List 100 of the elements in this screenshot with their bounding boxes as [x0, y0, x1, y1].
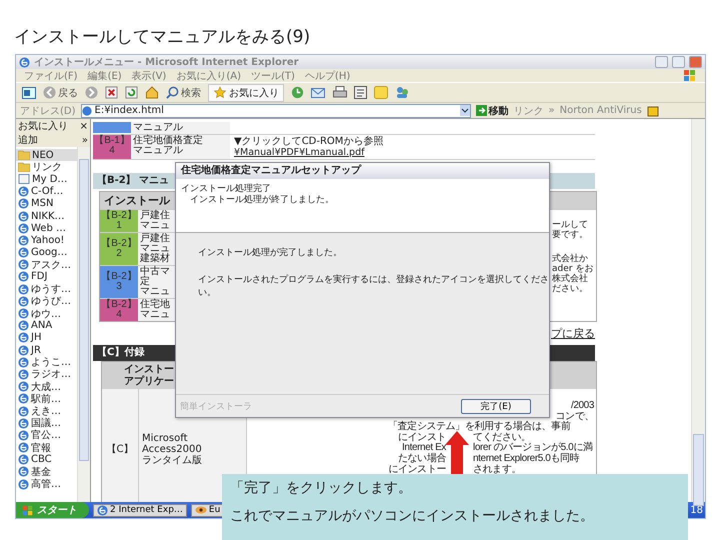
- slide-title: インストールしてマニュアルをみる(9): [13, 26, 312, 49]
- close-button[interactable]: [689, 56, 702, 68]
- menu-item[interactable]: 表示(V): [132, 68, 166, 82]
- note-text: lorer のバージョンが5.0に満: [473, 443, 592, 454]
- menu-item[interactable]: ツール(T): [251, 68, 295, 82]
- maximize-button[interactable]: [672, 56, 685, 68]
- favorite-item[interactable]: Goog…: [16, 246, 77, 259]
- favorites-title: お気に入り: [18, 120, 68, 133]
- people-icon[interactable]: [395, 86, 410, 99]
- favorite-item[interactable]: 官報: [16, 442, 77, 454]
- favorite-item[interactable]: 高管…: [16, 478, 77, 490]
- note-text: てください。: [473, 432, 531, 443]
- go-button[interactable]: 移動: [476, 104, 509, 118]
- note-text: 式会社か ader をお 株式会社 ださい。: [552, 254, 594, 294]
- code-cell: 【B-2】 2: [100, 233, 138, 265]
- favorite-item[interactable]: NEO: [16, 149, 77, 162]
- folder-icon: [18, 150, 30, 160]
- favorite-item[interactable]: Web …: [16, 222, 77, 234]
- taskbar-button[interactable]: 2 Internet Exp…: [93, 504, 187, 516]
- favorite-item[interactable]: C-Of…: [16, 186, 77, 198]
- back-link[interactable]: プに戻る: [551, 326, 595, 341]
- mail-icon[interactable]: [311, 86, 326, 98]
- table-cell: 住宅地価格査定 マニュアル: [131, 135, 230, 159]
- favorite-item[interactable]: アスク…: [16, 258, 77, 271]
- flag-icon: [22, 504, 34, 516]
- address-label: アドレス(D): [20, 104, 76, 118]
- note-text: にインストー: [388, 464, 446, 476]
- menu-item[interactable]: 編集(E): [88, 68, 122, 82]
- note-text: nternet Explorer5.0も同時: [473, 454, 580, 464]
- arrow-icon: [476, 105, 487, 116]
- note-text: たない場合: [396, 454, 446, 464]
- menu-item[interactable]: ヘルプ(H): [304, 68, 350, 82]
- flag-icon: [683, 70, 697, 81]
- menu-item[interactable]: お気に入り(A): [176, 68, 241, 82]
- window-title: インストールメニュー - Microsoft Internet Explorer: [34, 56, 299, 69]
- code-cell: 【B-2】 3: [100, 266, 138, 298]
- globe-icon: [97, 504, 108, 516]
- close-button[interactable]: ×: [80, 120, 88, 132]
- favorite-item[interactable]: ラジオ…: [16, 368, 77, 381]
- favorite-item[interactable]: 基金: [16, 466, 77, 478]
- favorite-item[interactable]: JR: [16, 344, 77, 356]
- finish-button[interactable]: 完了(E): [461, 398, 531, 414]
- stop-icon[interactable]: [105, 86, 118, 99]
- note-text: されます。: [473, 464, 522, 476]
- forward-icon[interactable]: [85, 86, 98, 99]
- callout-text: これでマニュアルがパソコンにインストールされました。: [230, 507, 595, 525]
- refresh-icon[interactable]: [125, 86, 138, 99]
- globe-icon: [19, 56, 30, 68]
- favorite-item[interactable]: Yahoo!: [16, 234, 77, 246]
- note-text: にインスト: [396, 432, 446, 443]
- add-button[interactable]: 追加: [18, 133, 38, 147]
- minimize-button[interactable]: [655, 56, 668, 68]
- table-cell-text: ▼クリックしてCD-ROMから参照 ¥Manual¥PDF¥Lmanual.pdf: [233, 135, 384, 159]
- favorite-item[interactable]: 国議…: [16, 417, 77, 430]
- favorite-item[interactable]: 官公…: [16, 429, 77, 442]
- favorite-item[interactable]: JH: [16, 332, 77, 344]
- note-icon[interactable]: [374, 86, 388, 99]
- favorite-item[interactable]: リンク: [16, 161, 77, 174]
- favorite-item[interactable]: FDJ: [16, 270, 77, 284]
- search-button[interactable]: 検索: [166, 86, 201, 100]
- code-cell: 【B-1】 4: [93, 135, 131, 159]
- menu-item[interactable]: ファイル(F): [24, 68, 78, 82]
- table-cell: 【C】: [102, 389, 139, 502]
- favorite-item[interactable]: 駅前…: [16, 392, 77, 405]
- dialog-title: 住宅地価格査定マニュアルセットアップ: [176, 163, 549, 179]
- dialog-subheading: インストール処理が終了しました。: [189, 195, 335, 206]
- back-button[interactable]: 戻る: [43, 86, 78, 100]
- printer-icon[interactable]: [333, 86, 347, 99]
- favorite-item[interactable]: ゆうび…: [16, 295, 77, 308]
- favorite-item[interactable]: ANA: [16, 320, 77, 332]
- search-icon: [166, 86, 179, 99]
- history-icon[interactable]: [291, 86, 304, 99]
- favorite-item[interactable]: 大成…: [16, 380, 77, 393]
- favorite-item[interactable]: My D…: [16, 173, 77, 186]
- favorite-item[interactable]: CBC: [16, 454, 77, 466]
- shield-icon[interactable]: [646, 104, 659, 116]
- favorites-button[interactable]: お気に入り: [208, 84, 284, 102]
- up-arrow: [445, 431, 469, 475]
- scrollbar[interactable]: [77, 147, 90, 502]
- favorite-item[interactable]: えき…: [16, 404, 77, 418]
- code-cell: 【B-2】 1: [100, 210, 138, 232]
- code-cell: 【B-2】 4: [100, 299, 138, 321]
- note-text: コンで、: [556, 412, 594, 422]
- note-text: 「査定システム」を利用する場合は、事前: [388, 422, 570, 432]
- taskbar-button[interactable]: Eu: [190, 504, 224, 516]
- favorite-item[interactable]: ゆうす…: [16, 283, 77, 296]
- favorite-item[interactable]: ゆウ…: [16, 307, 77, 320]
- star-icon: [213, 86, 227, 99]
- favorite-item[interactable]: MSN: [16, 198, 77, 210]
- note-text: Internet Ex: [401, 443, 446, 454]
- table-cell: マニュアル: [131, 122, 230, 134]
- chevron-label[interactable]: »: [82, 134, 88, 146]
- home-icon[interactable]: [145, 86, 159, 99]
- edit-icon[interactable]: [354, 86, 367, 99]
- favorite-item[interactable]: NIKK…: [16, 210, 77, 222]
- clock: 18: [690, 504, 704, 516]
- layout-icon[interactable]: [22, 86, 36, 98]
- note-text: ールして 要です。: [552, 220, 589, 240]
- favorite-item[interactable]: ようこ…: [16, 356, 77, 368]
- eye-icon: [194, 505, 207, 515]
